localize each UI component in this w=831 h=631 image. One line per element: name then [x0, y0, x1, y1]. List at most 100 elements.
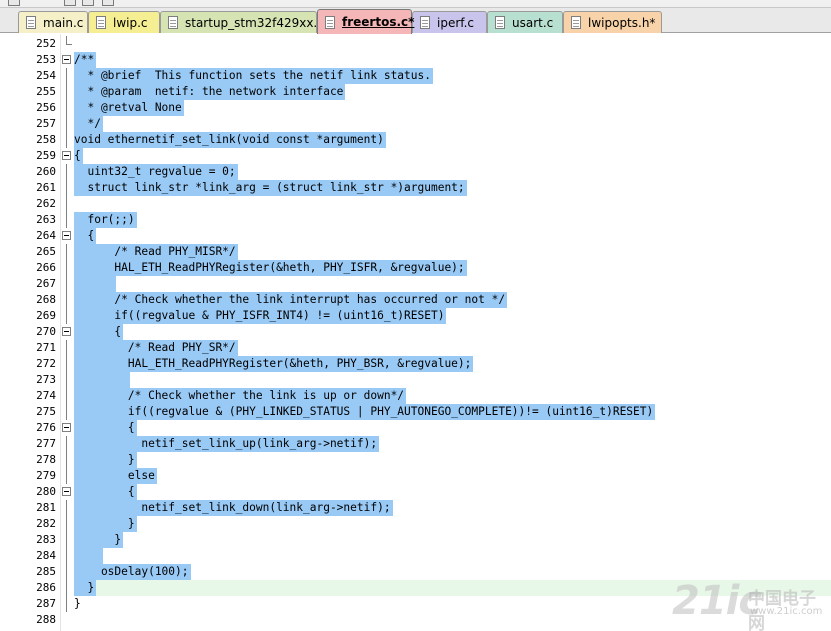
- code-text[interactable]: {: [74, 484, 137, 500]
- code-line[interactable]: 270 {: [0, 324, 831, 340]
- fold-guide-line: [66, 340, 67, 356]
- fold-guide-line: [66, 308, 67, 324]
- tab-lwip-c[interactable]: lwip.c: [88, 11, 160, 33]
- code-line[interactable]: 256 * @retval None: [0, 100, 831, 116]
- code-text[interactable]: [74, 36, 76, 52]
- code-text[interactable]: [74, 196, 76, 212]
- toolbar: [0, 0, 831, 8]
- code-line[interactable]: 277 netif_set_link_up(link_arg->netif);: [0, 436, 831, 452]
- code-text[interactable]: }: [74, 452, 137, 468]
- code-text[interactable]: uint32_t regvalue = 0;: [74, 164, 238, 180]
- toolbar-button-icon[interactable]: [82, 0, 94, 6]
- code-line[interactable]: 272 HAL_ETH_ReadPHYRegister(&heth, PHY_B…: [0, 356, 831, 372]
- code-text[interactable]: /* Check whether the link is up or down*…: [74, 388, 407, 404]
- code-line[interactable]: 253 /**: [0, 52, 831, 68]
- fold-toggle-icon[interactable]: [62, 487, 71, 496]
- code-line[interactable]: 280 {: [0, 484, 831, 500]
- code-text[interactable]: [74, 276, 117, 292]
- code-text[interactable]: {: [74, 324, 124, 340]
- code-line[interactable]: 279 else: [0, 468, 831, 484]
- tab-main-c[interactable]: main.c: [18, 11, 88, 33]
- code-text[interactable]: netif_set_link_down(link_arg->netif);: [74, 500, 393, 516]
- toolbar-button-icon[interactable]: [102, 0, 114, 6]
- code-line[interactable]: 281 netif_set_link_down(link_arg->netif)…: [0, 500, 831, 516]
- code-text[interactable]: /* Check whether the link interrupt has …: [74, 292, 508, 308]
- code-line[interactable]: 257 */: [0, 116, 831, 132]
- code-text[interactable]: /**: [74, 52, 97, 68]
- code-text[interactable]: /* Read PHY_SR*/: [74, 340, 238, 356]
- tab-lwipopts-h[interactable]: lwipopts.h*: [563, 11, 662, 33]
- code-text[interactable]: [74, 548, 103, 564]
- code-text[interactable]: {: [74, 148, 83, 164]
- tab-usart-c[interactable]: usart.c: [487, 11, 563, 33]
- code-line[interactable]: 266 HAL_ETH_ReadPHYRegister(&heth, PHY_I…: [0, 260, 831, 276]
- code-text[interactable]: struct link_str *link_arg = (struct link…: [74, 180, 467, 196]
- code-text[interactable]: /* Read PHY_MISR*/: [74, 244, 238, 260]
- code-line[interactable]: 274 /* Check whether the link is up or d…: [0, 388, 831, 404]
- code-line[interactable]: 276 {: [0, 420, 831, 436]
- line-number: 254: [36, 69, 56, 82]
- code-text[interactable]: HAL_ETH_ReadPHYRegister(&heth, PHY_ISFR,…: [74, 260, 467, 276]
- fold-toggle-icon[interactable]: [62, 423, 71, 432]
- code-line[interactable]: 282 }: [0, 516, 831, 532]
- code-line[interactable]: 258 void ethernetif_set_link(void const *…: [0, 132, 831, 148]
- code-line[interactable]: 284: [0, 548, 831, 564]
- fold-toggle-icon[interactable]: [62, 231, 71, 240]
- fold-guide-line: [66, 116, 67, 132]
- tab-iperf-c[interactable]: iperf.c: [412, 11, 487, 33]
- fold-toggle-icon[interactable]: [62, 151, 71, 160]
- code-line[interactable]: 278 }: [0, 452, 831, 468]
- tab-startup-stm32f429xx-s[interactable]: startup_stm32f429xx.s: [160, 11, 324, 33]
- code-line[interactable]: 283 }: [0, 532, 831, 548]
- code-text[interactable]: }: [74, 580, 97, 596]
- toolbar-button-icon[interactable]: [8, 0, 20, 6]
- code-text[interactable]: }: [74, 596, 83, 612]
- code-text[interactable]: {: [74, 228, 97, 244]
- code-text[interactable]: {: [74, 420, 137, 436]
- code-text[interactable]: osDelay(100);: [74, 564, 191, 580]
- code-text[interactable]: * @retval None: [74, 100, 184, 116]
- file-icon: [168, 16, 178, 29]
- code-line[interactable]: 268 /* Check whether the link interrupt …: [0, 292, 831, 308]
- code-line[interactable]: 271 /* Read PHY_SR*/: [0, 340, 831, 356]
- code-text[interactable]: [74, 612, 76, 628]
- fold-guide-line: [66, 516, 67, 532]
- code-text[interactable]: if((regvalue & PHY_ISFR_INT4) != (uint16…: [74, 308, 447, 324]
- code-text[interactable]: else: [74, 468, 157, 484]
- code-line[interactable]: 262: [0, 196, 831, 212]
- code-text[interactable]: }: [74, 516, 137, 532]
- file-icon: [420, 16, 430, 29]
- code-text[interactable]: * @brief This function sets the netif li…: [74, 68, 433, 84]
- code-text[interactable]: for(;;): [74, 212, 137, 228]
- code-text[interactable]: */: [74, 116, 103, 132]
- code-text[interactable]: [74, 372, 130, 388]
- code-line[interactable]: 261 struct link_str *link_arg = (struct …: [0, 180, 831, 196]
- code-line[interactable]: 259 {: [0, 148, 831, 164]
- code-line[interactable]: 260 uint32_t regvalue = 0;: [0, 164, 831, 180]
- code-line[interactable]: 267: [0, 276, 831, 292]
- code-text[interactable]: * @param netif: the network interface: [74, 84, 346, 100]
- code-text[interactable]: HAL_ETH_ReadPHYRegister(&heth, PHY_BSR, …: [74, 356, 474, 372]
- code-line[interactable]: 275 if((regvalue & (PHY_LINKED_STATUS | …: [0, 404, 831, 420]
- fold-end-marker: [66, 36, 72, 45]
- tab-freertos-c[interactable]: freertos.c*: [317, 9, 414, 34]
- fold-toggle-icon[interactable]: [62, 327, 71, 336]
- code-line[interactable]: 254 * @brief This function sets the neti…: [0, 68, 831, 84]
- code-text[interactable]: netif_set_link_up(link_arg->netif);: [74, 436, 380, 452]
- code-line[interactable]: 255 * @param netif: the network interfac…: [0, 84, 831, 100]
- code-text[interactable]: }: [74, 532, 124, 548]
- fold-toggle-icon[interactable]: [62, 55, 71, 64]
- toolbar-button-icon[interactable]: [64, 0, 76, 6]
- code-line[interactable]: 263 for(;;): [0, 212, 831, 228]
- code-line[interactable]: 269 if((regvalue & PHY_ISFR_INT4) != (ui…: [0, 308, 831, 324]
- code-text[interactable]: if((regvalue & (PHY_LINKED_STATUS | PHY_…: [74, 404, 656, 420]
- code-line[interactable]: 252: [0, 36, 831, 52]
- code-editor[interactable]: 252 253/** 254 * @brief This function sets…: [0, 34, 831, 631]
- code-text[interactable]: void ethernetif_set_link(void const *arg…: [74, 132, 386, 148]
- line-number: 259: [36, 149, 56, 162]
- code-line[interactable]: 264 {: [0, 228, 831, 244]
- code-line[interactable]: 265 /* Read PHY_MISR*/: [0, 244, 831, 260]
- code-line[interactable]: 273: [0, 372, 831, 388]
- fold-guide-line: [66, 500, 67, 516]
- line-number: 268: [36, 293, 56, 306]
